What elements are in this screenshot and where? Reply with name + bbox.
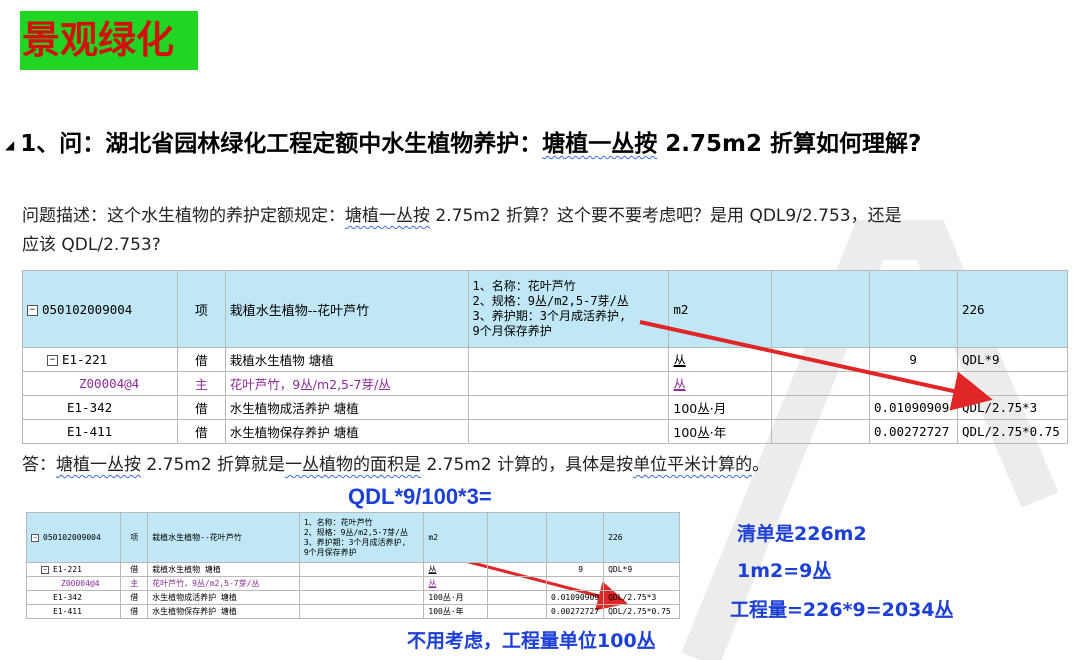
type-cell: 项 xyxy=(120,512,149,563)
note-quantity-calc: 工程量=226*9=2034丛 xyxy=(730,599,954,621)
expr-cell: 226 xyxy=(603,512,680,563)
name-cell: 水生植物成活养护 塘植 xyxy=(147,590,300,605)
blank-cell xyxy=(486,562,547,577)
table-row[interactable]: − E1-221 借 栽植水生植物 塘植 丛 9 QDL*9 xyxy=(25,562,680,577)
qty-cell: 0.01090909 xyxy=(545,590,605,605)
type-cell: 主 xyxy=(120,576,149,591)
qty-cell xyxy=(545,512,605,563)
unit-cell: 丛 xyxy=(423,576,488,591)
collapse-icon[interactable]: − xyxy=(41,565,49,574)
code-cell: − E1-221 xyxy=(25,562,122,577)
table-row[interactable]: E1-411 借 水生植物保存养护 塘植 100丛·年 0.00272727 Q… xyxy=(25,604,680,619)
name-cell: 花叶芦竹，9丛/m2,5-7芽/丛 xyxy=(147,576,300,591)
code-cell: E1-342 xyxy=(25,590,122,605)
expr-cell xyxy=(603,576,680,591)
type-cell: 借 xyxy=(120,604,149,619)
unit-cell: 丛 xyxy=(423,562,488,577)
formula-label: QDL*9/100*3= xyxy=(348,484,492,509)
note-conclusion: 不用考虑，工程量单位100丛 xyxy=(407,630,656,652)
name-cell: 水生植物保存养护 塘植 xyxy=(147,604,300,619)
expr-cell: QDL/2.75*0.75 xyxy=(603,604,680,619)
blank-cell xyxy=(486,590,547,605)
type-cell: 借 xyxy=(120,562,149,577)
features-cell xyxy=(298,590,425,605)
collapse-icon[interactable]: − xyxy=(31,533,39,542)
blank-cell xyxy=(486,576,547,591)
expr-cell: QDL/2.75*3 xyxy=(603,590,680,605)
type-cell: 借 xyxy=(120,590,149,605)
item-code-cell: −050102009004 xyxy=(25,512,122,563)
note-conversion: 1m2=9丛 xyxy=(737,560,832,582)
expr-cell: QDL*9 xyxy=(603,562,680,577)
code-cell: E1-411 xyxy=(25,604,122,619)
quota-table-small: −050102009004 项 栽植水生植物--花叶芦竹 1、名称：花叶芦竹 2… xyxy=(25,512,680,619)
qty-cell: 0.00272727 xyxy=(545,604,605,619)
answer-text: 答：塘植一丛按 2.75m2 折算就是一丛植物的面积是 2.75m2 计算的，具… xyxy=(22,455,770,475)
features-cell: 1、名称：花叶芦竹 2、规格：9丛/m2,5-7芽/丛 3、养护期：3个月成活养… xyxy=(298,512,425,563)
qty-cell: 9 xyxy=(545,562,605,577)
unit-cell: m2 xyxy=(423,512,488,563)
name-cell: 栽植水生植物 塘植 xyxy=(147,562,300,577)
features-cell xyxy=(298,562,425,577)
blank-cell xyxy=(486,604,547,619)
table-row[interactable]: Z00004@4 主 花叶芦竹，9丛/m2,5-7芽/丛 丛 xyxy=(25,576,680,591)
unit-cell: 100丛·年 xyxy=(423,604,488,619)
qty-cell xyxy=(545,576,605,591)
unit-cell: 100丛·月 xyxy=(423,590,488,605)
features-cell xyxy=(298,576,425,591)
table-header-row[interactable]: −050102009004 项 栽植水生植物--花叶芦竹 1、名称：花叶芦竹 2… xyxy=(25,512,680,563)
table-row[interactable]: E1-342 借 水生植物成活养护 塘植 100丛·月 0.01090909 Q… xyxy=(25,590,680,605)
blank-cell xyxy=(486,512,547,563)
code-cell: Z00004@4 xyxy=(25,576,122,591)
note-bill-quantity: 清单是226m2 xyxy=(737,523,867,545)
name-cell: 栽植水生植物--花叶芦竹 xyxy=(147,512,300,563)
features-cell xyxy=(298,604,425,619)
